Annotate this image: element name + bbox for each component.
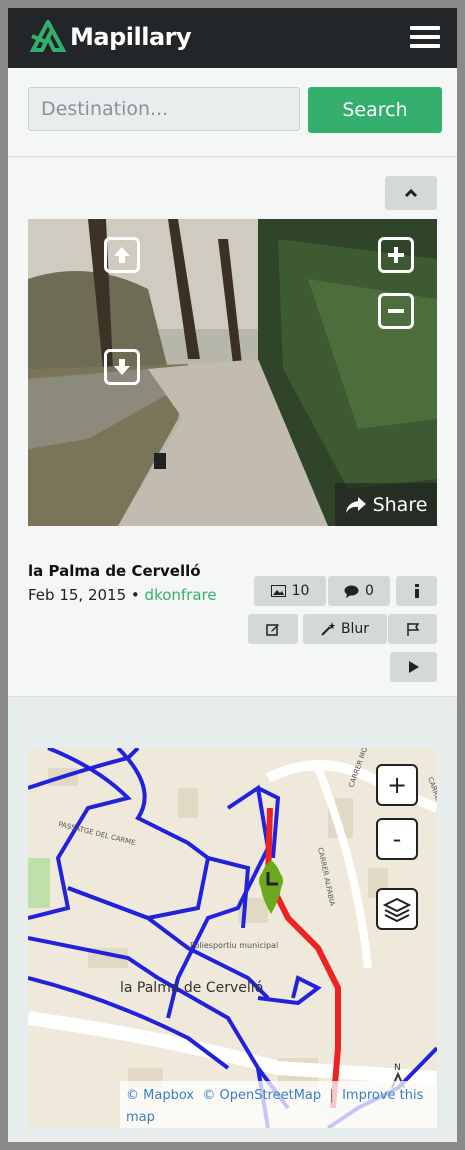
hamburger-menu-icon[interactable]	[410, 26, 440, 52]
photo-zoom-in-button[interactable]	[378, 237, 414, 273]
svg-text:N: N	[394, 1063, 401, 1073]
edit-icon	[266, 624, 279, 636]
comments-count-button[interactable]: 0	[328, 576, 390, 606]
map-zoom-out-button[interactable]: -	[376, 818, 418, 860]
edit-button[interactable]	[248, 614, 298, 644]
image-meta: Feb 15, 2015 • dkonfrare	[28, 586, 217, 604]
layers-icon	[383, 897, 411, 923]
share-button[interactable]: Share	[335, 483, 437, 526]
photos-count-button[interactable]: 10	[254, 576, 326, 606]
chevron-up-icon	[404, 188, 418, 198]
search-panel: Search	[8, 68, 457, 157]
search-button[interactable]: Search	[308, 87, 442, 133]
info-button[interactable]	[396, 576, 437, 606]
minus-icon	[388, 309, 404, 313]
map-zoom-in-button[interactable]: +	[376, 764, 418, 806]
share-label: Share	[372, 493, 428, 516]
map-canvas: PASSATGE DEL CARME CARRER ALFABIA CARRER…	[28, 748, 437, 1128]
photo-zoom-out-button[interactable]	[378, 293, 414, 329]
collapse-button[interactable]	[385, 176, 437, 210]
share-arrow-icon	[345, 496, 366, 513]
photos-count: 10	[291, 583, 310, 599]
blur-button[interactable]: Blur	[303, 614, 387, 644]
image-icon	[270, 585, 286, 597]
mapbox-link[interactable]: © Mapbox	[126, 1088, 194, 1103]
comments-count: 0	[365, 583, 374, 599]
magic-wand-icon	[321, 622, 335, 636]
photo-scene	[28, 219, 437, 526]
play-icon	[409, 661, 419, 673]
brand-name: Mapillary	[70, 23, 192, 51]
map-place-label: la Palma de Cervelló	[120, 980, 263, 996]
top-navbar: Mapillary	[8, 8, 457, 68]
move-backward-button[interactable]	[104, 349, 140, 385]
meta-separator: •	[130, 586, 140, 604]
osm-link[interactable]: © OpenStreetMap	[202, 1088, 321, 1103]
blur-label: Blur	[340, 621, 370, 637]
map-layers-button[interactable]	[376, 888, 418, 930]
map-view[interactable]: PASSATGE DEL CARME CARRER ALFABIA CARRER…	[28, 748, 437, 1128]
play-button[interactable]	[390, 652, 437, 682]
mapillary-logo-icon	[30, 20, 66, 52]
arrow-up-icon	[114, 247, 130, 263]
flag-button[interactable]	[388, 614, 437, 644]
image-date: Feb 15, 2015	[28, 586, 127, 604]
street-photo[interactable]: Share	[28, 219, 437, 526]
poi-label: Poliesportiu municipal	[190, 941, 278, 950]
info-icon	[414, 584, 419, 598]
image-viewer-panel: Share la Palma de Cervelló Feb 15, 2015 …	[8, 158, 457, 697]
brand-logo[interactable]: Mapillary	[30, 20, 192, 54]
plus-icon	[388, 247, 404, 263]
app-frame: Mapillary Search	[8, 8, 457, 1142]
username-link[interactable]: dkonfrare	[145, 586, 217, 604]
move-forward-button[interactable]	[104, 237, 140, 273]
image-location-title: la Palma de Cervelló	[28, 562, 201, 580]
destination-input[interactable]	[28, 87, 300, 131]
map-attribution: © Mapbox © OpenStreetMap | Improve this …	[120, 1081, 437, 1128]
comment-icon	[344, 585, 359, 598]
flag-icon	[406, 623, 419, 636]
arrow-down-icon	[114, 359, 130, 375]
